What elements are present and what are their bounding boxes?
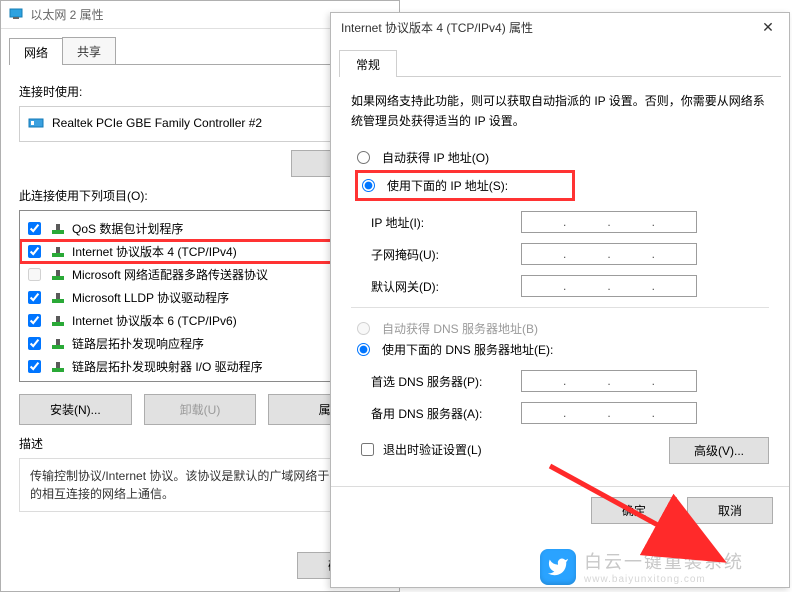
- list-item[interactable]: Internet 协议版本 4 (TCP/IPv4): [20, 240, 380, 263]
- item-label: Internet 协议版本 4 (TCP/IPv4): [72, 243, 237, 261]
- subnet-row: 子网掩码(U): ...: [371, 243, 769, 265]
- radio-manual-ip-highlighted: 使用下面的 IP 地址(S):: [355, 170, 575, 201]
- subnet-label: 子网掩码(U):: [371, 246, 521, 263]
- protocol-icon: [50, 313, 66, 329]
- protocol-icon: [50, 359, 66, 375]
- list-item[interactable]: Microsoft 网络适配器多路传送器协议: [20, 263, 380, 286]
- item-label: Microsoft 网络适配器多路传送器协议: [72, 266, 268, 284]
- item-checkbox: [28, 268, 41, 281]
- radio-manual-ip[interactable]: [362, 179, 375, 192]
- item-label: 链路层拓扑发现响应程序: [72, 335, 204, 353]
- protocol-icon: [50, 336, 66, 352]
- item-label: Microsoft LLDP 协议驱动程序: [72, 289, 229, 307]
- ip-address-label: IP 地址(I):: [371, 214, 521, 231]
- protocol-icon: [50, 221, 66, 237]
- items-list[interactable]: QoS 数据包计划程序 Internet 协议版本 4 (TCP/IPv4) Mic…: [19, 210, 381, 382]
- gateway-input[interactable]: ...: [521, 275, 697, 297]
- intro-text: 如果网络支持此功能，则可以获取自动指派的 IP 设置。否则，你需要从网络系统管理…: [351, 91, 769, 131]
- dns1-input[interactable]: ...: [521, 370, 697, 392]
- radio-auto-ip-row[interactable]: 自动获得 IP 地址(O): [357, 147, 769, 168]
- dns-fields: 首选 DNS 服务器(P): ... 备用 DNS 服务器(A): ...: [371, 370, 769, 424]
- list-item[interactable]: QoS 数据包计划程序: [20, 217, 380, 240]
- description-section: 描述 传输控制协议/Internet 协议。该协议是默认的广域网络于在不同的相互…: [19, 435, 381, 512]
- close-icon[interactable]: ✕: [753, 13, 783, 41]
- adapter-name: Realtek PCIe GBE Family Controller #2: [52, 116, 262, 130]
- protocol-icon: [50, 244, 66, 260]
- protocol-icon: [50, 267, 66, 283]
- ip-address-input[interactable]: ...: [521, 211, 697, 233]
- watermark-text-block: 白云一键重装系统 www.baiyunxitong.com: [584, 548, 744, 585]
- protocol-icon: [50, 290, 66, 306]
- adapter-box: Realtek PCIe GBE Family Controller #2: [19, 106, 381, 142]
- ip-address-row: IP 地址(I): ...: [371, 211, 769, 233]
- ip-fields: IP 地址(I): ... 子网掩码(U): ... 默认网关(D): ...: [371, 211, 769, 297]
- watermark-text: 白云一键重装系统: [584, 548, 744, 574]
- front-tabs: 常规: [339, 49, 781, 77]
- watermark-sub: www.baiyunxitong.com: [584, 574, 744, 585]
- install-button[interactable]: 安装(N)...: [19, 394, 132, 425]
- item-checkbox[interactable]: [28, 314, 41, 327]
- ipv4-properties-window: Internet 协议版本 4 (TCP/IPv4) 属性 ✕ 常规 如果网络支…: [330, 12, 790, 588]
- item-checkbox[interactable]: [28, 291, 41, 304]
- watermark-logo-icon: [540, 549, 576, 585]
- validate-label: 退出时验证设置(L): [383, 441, 482, 458]
- advanced-button[interactable]: 高级(V)...: [669, 437, 769, 464]
- ethernet-icon: [9, 2, 23, 30]
- items-label: 此连接使用下列项目(O):: [19, 187, 381, 204]
- ipv4-title-text: Internet 协议版本 4 (TCP/IPv4) 属性: [341, 21, 533, 35]
- front-pane: 如果网络支持此功能，则可以获取自动指派的 IP 设置。否则，你需要从网络系统管理…: [331, 77, 789, 464]
- radio-auto-ip-label: 自动获得 IP 地址(O): [382, 149, 489, 166]
- description-text: 传输控制协议/Internet 协议。该协议是默认的广域网络于在不同的相互连接的…: [19, 458, 381, 512]
- list-item[interactable]: Microsoft LLDP 协议驱动程序: [20, 286, 380, 309]
- radio-auto-dns-row: 自动获得 DNS 服务器地址(B): [357, 318, 769, 339]
- radio-manual-ip-row[interactable]: 使用下面的 IP 地址(S):: [362, 175, 568, 196]
- dns1-row: 首选 DNS 服务器(P): ...: [371, 370, 769, 392]
- gateway-label: 默认网关(D):: [371, 278, 521, 295]
- tab-network[interactable]: 网络: [9, 38, 63, 65]
- dns2-row: 备用 DNS 服务器(A): ...: [371, 402, 769, 424]
- nic-icon: [28, 115, 44, 131]
- dns2-label: 备用 DNS 服务器(A):: [371, 405, 521, 422]
- tab-share[interactable]: 共享: [62, 37, 116, 64]
- list-item[interactable]: Internet 协议版本 6 (TCP/IPv6): [20, 309, 380, 332]
- watermark: 白云一键重装系统 www.baiyunxitong.com: [540, 548, 744, 585]
- list-item[interactable]: 链路层拓扑发现响应程序: [20, 332, 380, 355]
- configure-row: 配: [19, 150, 381, 177]
- radio-auto-dns: [357, 322, 370, 335]
- subnet-input[interactable]: ...: [521, 243, 697, 265]
- radio-manual-dns-row[interactable]: 使用下面的 DNS 服务器地址(E):: [357, 339, 769, 360]
- radio-manual-dns[interactable]: [357, 343, 370, 356]
- dns1-label: 首选 DNS 服务器(P):: [371, 373, 521, 390]
- gateway-row: 默认网关(D): ...: [371, 275, 769, 297]
- item-label: Internet 协议版本 6 (TCP/IPv6): [72, 312, 237, 330]
- front-cancel-button[interactable]: 取消: [687, 497, 773, 524]
- uninstall-button: 卸载(U): [144, 394, 257, 425]
- item-checkbox[interactable]: [28, 222, 41, 235]
- front-ok-button[interactable]: 确定: [591, 497, 677, 524]
- radio-manual-ip-label: 使用下面的 IP 地址(S):: [387, 177, 508, 194]
- ethernet-title-text: 以太网 2 属性: [30, 8, 103, 22]
- item-checkbox[interactable]: [28, 337, 41, 350]
- items-buttons: 安装(N)... 卸载(U) 属: [19, 394, 381, 425]
- radio-manual-dns-label: 使用下面的 DNS 服务器地址(E):: [382, 341, 553, 358]
- list-item[interactable]: 链路层拓扑发现映射器 I/O 驱动程序: [20, 355, 380, 378]
- radio-auto-ip[interactable]: [357, 151, 370, 164]
- dns2-input[interactable]: ...: [521, 402, 697, 424]
- description-label: 描述: [19, 435, 381, 452]
- separator: [351, 307, 769, 308]
- front-bottom-buttons: 确定 取消: [331, 486, 789, 534]
- item-checkbox[interactable]: [28, 360, 41, 373]
- tab-general[interactable]: 常规: [339, 50, 397, 77]
- ipv4-titlebar: Internet 协议版本 4 (TCP/IPv4) 属性 ✕: [331, 13, 789, 43]
- radio-auto-dns-label: 自动获得 DNS 服务器地址(B): [382, 320, 538, 337]
- connect-using-label: 连接时使用:: [19, 83, 381, 100]
- item-label: QoS 数据包计划程序: [72, 220, 183, 238]
- item-label: 链路层拓扑发现映射器 I/O 驱动程序: [72, 358, 263, 376]
- item-checkbox[interactable]: [28, 245, 41, 258]
- validate-checkbox[interactable]: [361, 443, 374, 456]
